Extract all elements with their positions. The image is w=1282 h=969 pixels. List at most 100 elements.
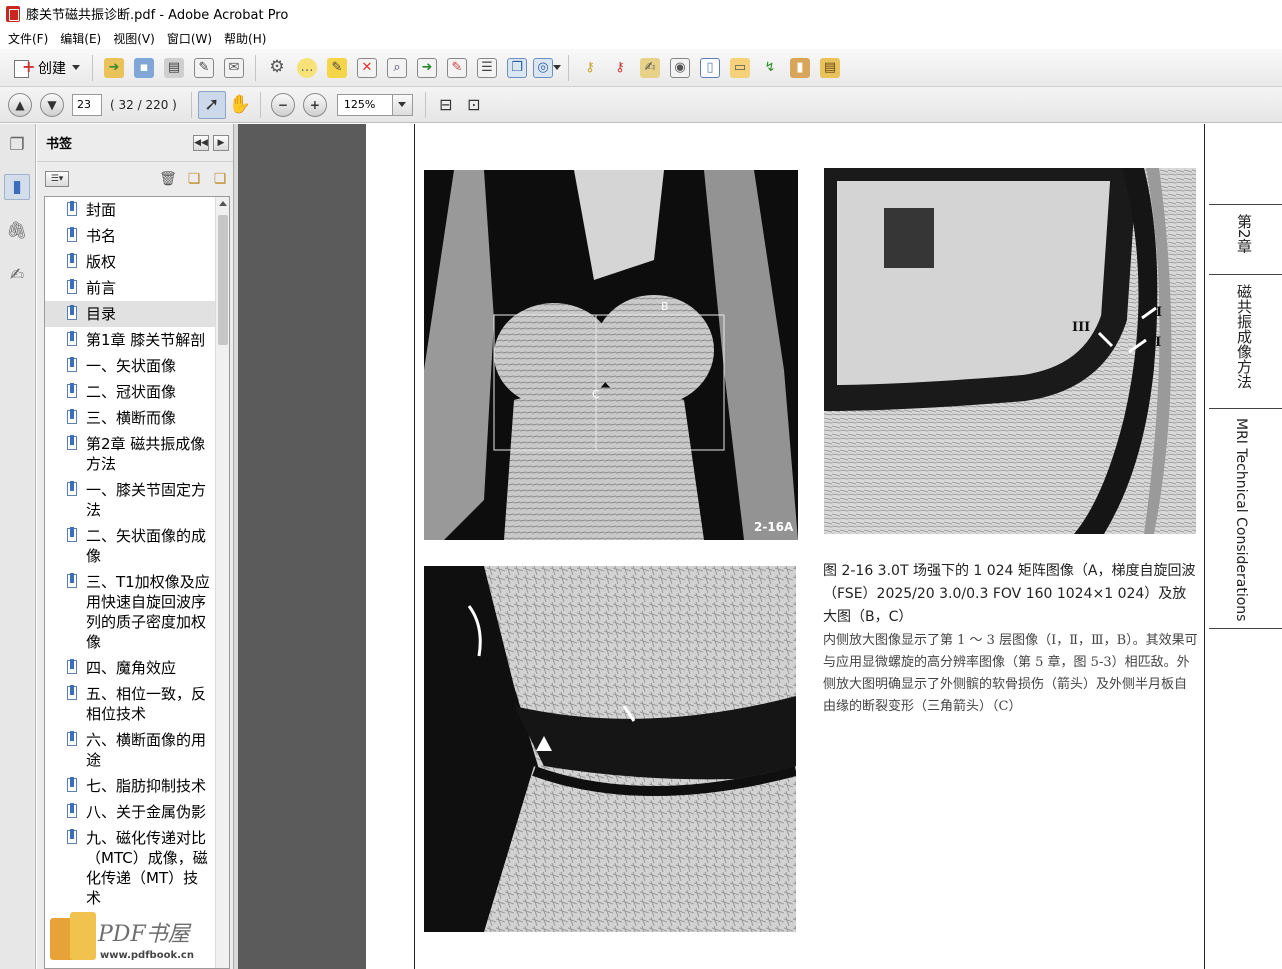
bookmark-item[interactable]: 二、矢状面像的成像 bbox=[45, 523, 229, 569]
paperclip-icon: 🖇 bbox=[6, 221, 28, 241]
note-button[interactable]: ▮ bbox=[785, 53, 815, 83]
next-page-button[interactable]: ▼ bbox=[40, 92, 64, 117]
bookmark-icon bbox=[67, 481, 77, 496]
scroll-up-icon[interactable] bbox=[219, 201, 227, 206]
bookmark-icon bbox=[67, 659, 77, 674]
delete-bookmark-button[interactable]: 🗑 bbox=[155, 166, 181, 192]
bookmark-item[interactable]: 第1章 膝关节解剖 bbox=[45, 327, 229, 353]
form-button[interactable]: ✎ bbox=[442, 53, 472, 83]
open-folder-button[interactable]: ➜ bbox=[99, 53, 129, 83]
print-button[interactable]: ▤ bbox=[159, 53, 189, 83]
page-button[interactable]: ▯ bbox=[695, 53, 725, 83]
menu-view[interactable]: 视图(V) bbox=[107, 30, 161, 47]
page-thumbnails-button[interactable]: ❐ bbox=[4, 132, 30, 158]
expand-bookmark-button[interactable]: ❏ bbox=[207, 166, 233, 192]
zoom-in-button[interactable]: + bbox=[302, 92, 327, 117]
panel-options-button[interactable]: ▶ bbox=[213, 134, 229, 151]
form-fields-button[interactable]: ☰ bbox=[472, 53, 502, 83]
combine-files-icon: ❐ bbox=[507, 57, 527, 78]
bookmark-item[interactable]: 封面 bbox=[45, 197, 229, 223]
signatures-button[interactable]: ✍ bbox=[4, 262, 30, 288]
chapter-tab: 第2章 bbox=[1235, 214, 1253, 254]
bookmark-item[interactable]: 四、魔角效应 bbox=[45, 655, 229, 681]
zoom-level-input[interactable]: 125% bbox=[336, 93, 393, 116]
remove-security-button[interactable]: ⚷ bbox=[605, 53, 635, 83]
bookmark-item[interactable]: 三、横断而像 bbox=[45, 405, 229, 431]
search-page-button[interactable]: ⌕ bbox=[382, 53, 412, 83]
hand-icon: ✋ bbox=[228, 94, 252, 115]
select-tool-button[interactable]: ➚ bbox=[197, 90, 226, 119]
edit-button[interactable]: ✎ bbox=[189, 53, 219, 83]
secure-button[interactable]: ⚷ bbox=[575, 53, 605, 83]
export-button[interactable]: ➜ bbox=[412, 53, 442, 83]
previous-page-button[interactable]: ▲ bbox=[8, 92, 32, 117]
bookmark-item[interactable]: 八、关于金属伪影 bbox=[45, 799, 229, 825]
new-bookmark-button[interactable]: ❏ bbox=[181, 166, 207, 192]
scroll-thumb[interactable] bbox=[218, 215, 228, 345]
bookmark-item[interactable]: 九、磁化传递对比（MTC）成像，磁化传递（MT）技术 bbox=[45, 825, 229, 911]
book-logo-icon bbox=[70, 912, 96, 960]
bookmark-icon bbox=[67, 803, 77, 818]
delete-page-button[interactable]: ✕ bbox=[352, 53, 382, 83]
bookmark-icon bbox=[67, 357, 77, 372]
bookmark-item[interactable]: 七、脂肪抑制技术 bbox=[45, 773, 229, 799]
menu-edit[interactable]: 编辑(E) bbox=[54, 30, 107, 47]
menu-help[interactable]: 帮助(H) bbox=[218, 30, 272, 47]
bookmark-icon bbox=[67, 685, 77, 700]
zoom-dropdown-button[interactable] bbox=[392, 93, 413, 116]
bookmark-scrollbar[interactable] bbox=[215, 197, 229, 968]
bookmark-item[interactable]: 一、膝关节固定方法 bbox=[45, 477, 229, 523]
email-button[interactable]: ✉ bbox=[219, 53, 249, 83]
bookmark-icon bbox=[67, 383, 77, 398]
bookmark-item[interactable]: 一、矢状面像 bbox=[45, 353, 229, 379]
bookmark-label: 二、冠状面像 bbox=[86, 383, 177, 401]
bookmark-label: 九、磁化传递对比（MTC）成像，磁化传递（MT）技术 bbox=[86, 829, 208, 907]
highlight-button[interactable]: ✎ bbox=[322, 53, 352, 83]
bookmark-item[interactable]: 书名 bbox=[45, 223, 229, 249]
page-icon: ▯ bbox=[700, 57, 720, 78]
menu-bar: 文件(F) 编辑(E) 视图(V) 窗口(W) 帮助(H) bbox=[0, 27, 1282, 49]
paste-button[interactable]: ▤ bbox=[815, 53, 845, 83]
bookmarks-panel: 书签 ◀◀ ▶ ☰▾ 🗑 ❏ ❏ 封面 书名 版权 前言 目录 第1章 膝关节解… bbox=[37, 124, 234, 969]
bookmark-label: 前言 bbox=[86, 279, 117, 297]
hand-tool-button[interactable]: ✋ bbox=[226, 91, 254, 119]
save-button[interactable]: ▪ bbox=[129, 53, 159, 83]
bookmark-item[interactable]: 第2章 磁共振成像方法 bbox=[45, 431, 229, 477]
create-button[interactable]: 创建 bbox=[6, 54, 86, 82]
sign-button[interactable]: ✍ bbox=[635, 53, 665, 83]
bookmarks-button[interactable]: ▮ bbox=[4, 174, 30, 200]
fit-page-button[interactable]: ⊟ bbox=[432, 91, 460, 119]
save-icon: ▪ bbox=[134, 57, 154, 78]
mri-image-c bbox=[424, 566, 796, 932]
attachments-button[interactable]: 🖇 bbox=[4, 218, 30, 244]
document-viewer[interactable]: B C 2-16A I II III 第2章 磁共振成像方法 MRI Techn… bbox=[238, 124, 1282, 969]
comment-button[interactable]: … bbox=[292, 53, 322, 83]
bookmark-icon bbox=[67, 409, 77, 424]
bookmark-item[interactable]: 版权 bbox=[45, 249, 229, 275]
fit-width-button[interactable]: ⊡ bbox=[460, 91, 488, 119]
bookmark-item-selected[interactable]: 目录 bbox=[45, 301, 229, 327]
measure-button[interactable]: ▭ bbox=[725, 53, 755, 83]
combine-button[interactable]: ❐ bbox=[502, 53, 532, 83]
menu-file[interactable]: 文件(F) bbox=[2, 30, 54, 47]
collapse-panel-button[interactable]: ◀◀ bbox=[193, 134, 209, 151]
arrow-up-icon: ▲ bbox=[15, 97, 25, 112]
zoom-out-button[interactable]: − bbox=[270, 92, 295, 117]
menu-window[interactable]: 窗口(W) bbox=[161, 30, 218, 47]
settings-button[interactable]: ⚙ bbox=[262, 53, 292, 83]
bookmark-item[interactable]: 五、相位一致，反相位技术 bbox=[45, 681, 229, 727]
action-wizard-button[interactable]: ↯ bbox=[755, 53, 785, 83]
web-capture-button[interactable]: ◎ bbox=[532, 53, 562, 83]
bookmark-options-button[interactable]: ☰▾ bbox=[45, 171, 69, 187]
bookmark-label: 版权 bbox=[86, 253, 117, 271]
trash-icon: 🗑 bbox=[159, 171, 177, 187]
bookmark-item[interactable]: 二、冠状面像 bbox=[45, 379, 229, 405]
certify-button[interactable]: ◉ bbox=[665, 53, 695, 83]
bookmark-item[interactable]: 前言 bbox=[45, 275, 229, 301]
figure-label: 2-16A bbox=[754, 520, 794, 534]
page-number-input[interactable]: 23 bbox=[72, 93, 102, 116]
bookmark-item[interactable]: 六、横断面像的用途 bbox=[45, 727, 229, 773]
side-tab-divider bbox=[1209, 408, 1282, 409]
bookmark-item[interactable]: 三、T1加权像及应用快速自旋回波序列的质子密度加权像 bbox=[45, 569, 229, 655]
fit-width-icon: ⊡ bbox=[467, 95, 481, 114]
